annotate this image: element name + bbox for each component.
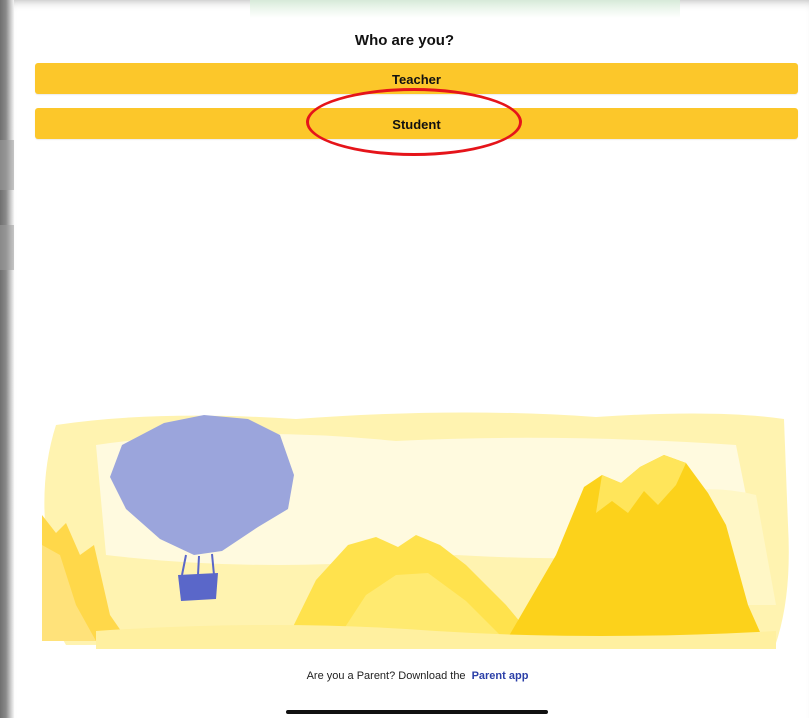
top-edge-artifact	[250, 0, 680, 18]
page-title: Who are you?	[354, 32, 455, 49]
parent-app-prompt: Are you a Parent? Download the Parent app	[0, 670, 809, 682]
app-window: Who are you? Teacher Student Are you a P…	[0, 0, 809, 718]
parent-app-link[interactable]: Parent app	[472, 670, 529, 682]
student-button[interactable]: Student	[35, 108, 798, 139]
teacher-button[interactable]: Teacher	[35, 63, 798, 94]
balloon-basket	[178, 573, 218, 601]
bezel-shadow	[0, 140, 14, 190]
parent-prompt-text: Are you a Parent? Download the	[306, 670, 466, 682]
bezel-shadow	[0, 225, 14, 270]
home-indicator[interactable]	[286, 710, 548, 714]
hot-air-balloon-illustration	[42, 412, 789, 649]
device-bezel	[0, 0, 14, 718]
